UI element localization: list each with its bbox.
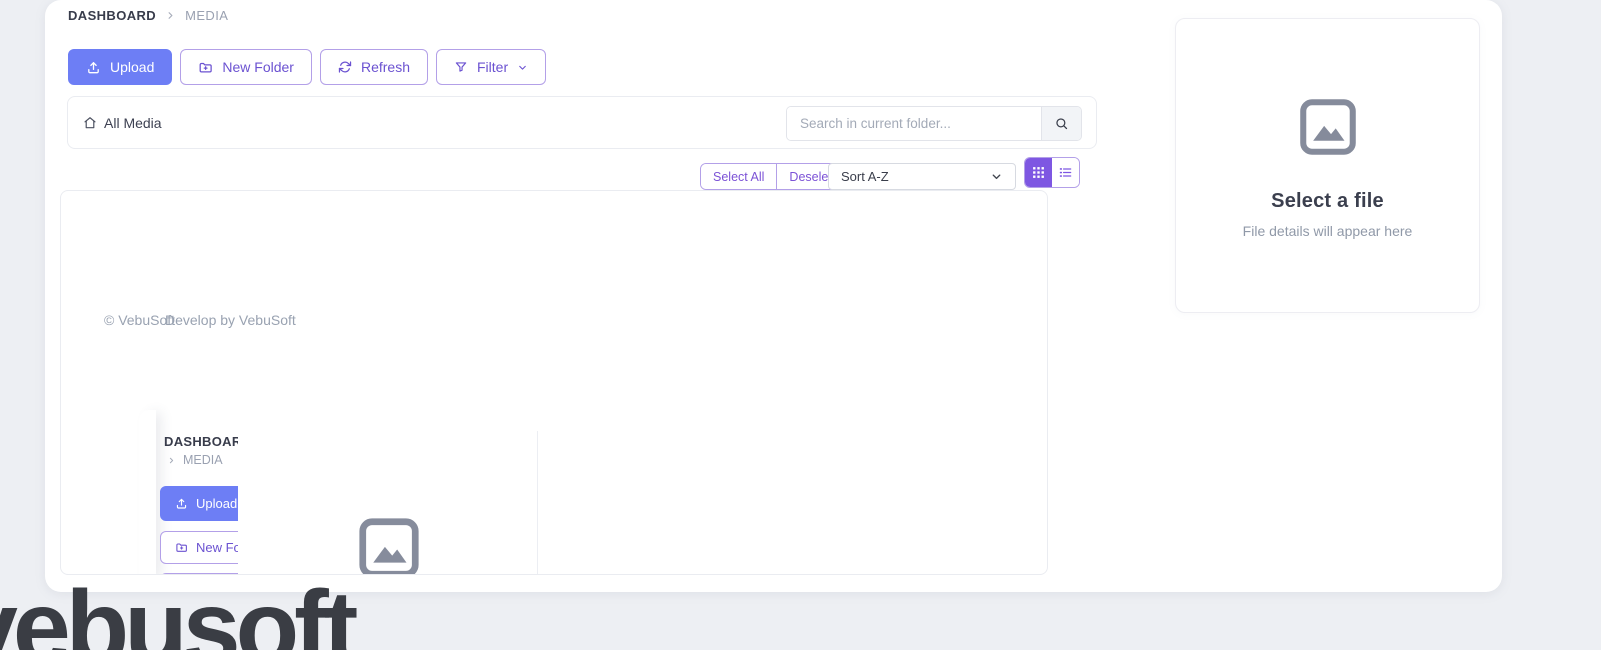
upload-label: Upload <box>110 59 154 75</box>
upload-icon <box>86 60 101 75</box>
preview-upload-button[interactable]: Upload <box>160 486 238 521</box>
list-view-icon <box>1059 166 1072 179</box>
media-content-area: © VebuSoft Develop by VebuSoft DASHBOARD… <box>60 190 1048 575</box>
page-preview: DASHBOARD MEDIA Upload New Folder <box>137 431 238 575</box>
grid-view-icon <box>1032 166 1045 179</box>
details-subtitle: File details will appear here <box>1243 223 1413 239</box>
select-all-button[interactable]: Select All <box>701 164 777 189</box>
refresh-icon <box>338 60 352 74</box>
preview-divider <box>537 431 538 575</box>
image-placeholder-icon <box>354 513 424 575</box>
list-view-button[interactable] <box>1052 158 1079 187</box>
image-placeholder-icon <box>1295 94 1361 165</box>
toolbar: Upload New Folder Refresh Filter <box>68 49 546 85</box>
develop-credit-text: Develop by VebuSoft <box>165 312 296 328</box>
breadcrumb-media: MEDIA <box>185 8 228 23</box>
preview-new-folder-label: New Folder <box>196 540 238 555</box>
new-folder-label: New Folder <box>222 59 294 75</box>
preview-upload-label: Upload <box>196 496 237 511</box>
preview-media-label: MEDIA <box>183 453 223 467</box>
preview-breadcrumb-media: MEDIA <box>167 453 223 467</box>
vebusoft-logo: vebusoft <box>0 576 353 650</box>
media-manager-window: DASHBOARD MEDIA Upload New Folder Refres… <box>45 0 1502 592</box>
breadcrumb: DASHBOARD MEDIA <box>68 8 228 23</box>
search-input[interactable] <box>787 107 1041 140</box>
sort-value: Sort A-Z <box>841 169 889 184</box>
refresh-label: Refresh <box>361 59 410 75</box>
preview-new-folder-button[interactable]: New Folder <box>160 531 238 564</box>
filter-label: Filter <box>477 59 508 75</box>
chevron-right-icon <box>165 10 176 21</box>
search-button[interactable] <box>1041 107 1081 140</box>
breadcrumb-dashboard[interactable]: DASHBOARD <box>68 8 156 23</box>
sort-select[interactable]: Sort A-Z <box>828 163 1016 190</box>
folder-plus-icon <box>198 60 213 75</box>
upload-button[interactable]: Upload <box>68 49 172 85</box>
view-toggle <box>1024 157 1080 188</box>
details-title: Select a file <box>1271 190 1384 213</box>
chevron-down-icon <box>990 170 1003 183</box>
refresh-button[interactable]: Refresh <box>320 49 428 85</box>
grid-view-button[interactable] <box>1025 158 1052 187</box>
folder-plus-icon <box>175 541 188 554</box>
chevron-down-icon <box>517 62 528 73</box>
current-folder-label: All Media <box>104 115 162 131</box>
chevron-right-icon <box>167 456 176 465</box>
filter-icon <box>454 60 468 74</box>
preview-breadcrumb-dashboard: DASHBOARD <box>164 434 238 449</box>
upload-icon <box>175 497 188 510</box>
home-icon <box>83 116 97 130</box>
new-folder-button[interactable]: New Folder <box>180 49 312 85</box>
current-folder[interactable]: All Media <box>83 97 162 148</box>
search-icon <box>1054 116 1069 131</box>
search-group <box>786 106 1082 141</box>
filter-button[interactable]: Filter <box>436 49 546 85</box>
media-path-bar: All Media <box>67 96 1097 149</box>
file-details-panel: Select a file File details will appear h… <box>1175 18 1480 313</box>
